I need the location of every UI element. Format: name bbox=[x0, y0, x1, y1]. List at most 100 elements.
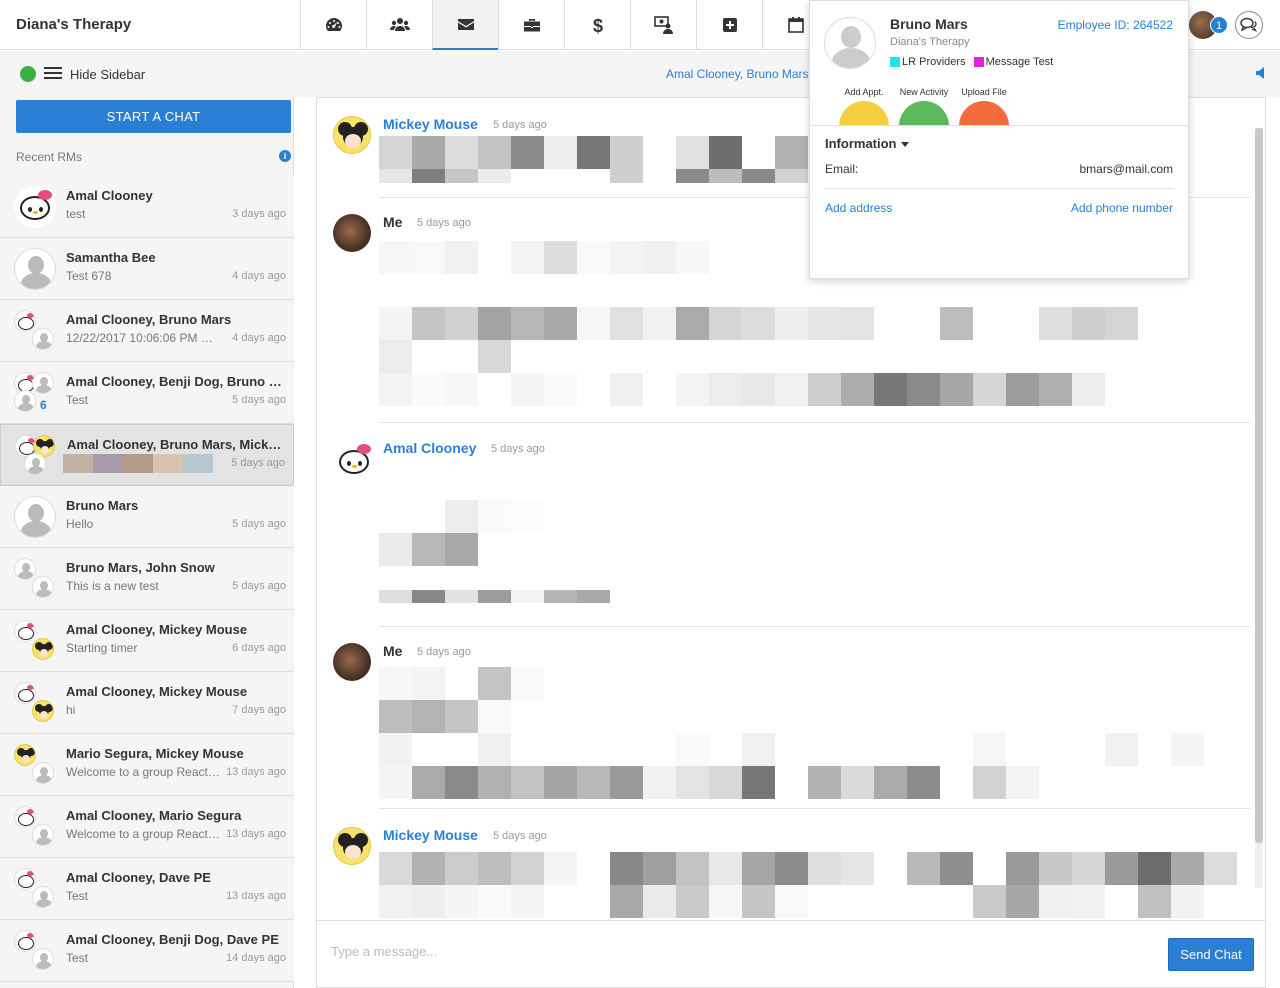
nav-tab-clients[interactable] bbox=[366, 0, 432, 50]
conversation-name: Mario Segura, Mickey Mouse bbox=[66, 746, 244, 761]
conversation-time: 7 days ago bbox=[232, 704, 286, 716]
conversation-time: 5 days ago bbox=[231, 457, 285, 469]
pixelated-message-body bbox=[379, 667, 1204, 799]
mickey-avatar-icon bbox=[32, 638, 54, 660]
caret-down-icon bbox=[900, 142, 909, 148]
online-status-indicator[interactable] bbox=[20, 66, 36, 82]
person-placeholder-icon bbox=[32, 372, 54, 394]
profile-actions: Add Appt. New Activity Upload File bbox=[824, 87, 1184, 125]
conversation-preview: Test bbox=[66, 951, 89, 965]
person-placeholder-icon bbox=[32, 576, 54, 598]
group-avatar: 6 bbox=[14, 372, 56, 414]
conversation-name: Amal Clooney, Mickey Mouse bbox=[66, 622, 248, 637]
hello-kitty-avatar-icon bbox=[14, 310, 36, 332]
nav-tab-dashboard[interactable] bbox=[300, 0, 366, 50]
svg-text:$: $ bbox=[593, 16, 603, 35]
conversation-item[interactable]: Bruno Mars Hello 5 days ago bbox=[0, 486, 294, 548]
message-composer: Send Chat bbox=[317, 920, 1265, 987]
conversation-name: Amal Clooney, Dave PE bbox=[66, 870, 211, 885]
nav-tab-messages[interactable] bbox=[432, 0, 498, 50]
conversation-item[interactable]: Mario Segura, Mickey Mouse Welcome to a … bbox=[0, 734, 294, 796]
group-avatar bbox=[14, 744, 56, 786]
conversation-item[interactable]: 6 Amal Clooney, Benji Dog, Bruno Mars, .… bbox=[0, 362, 294, 424]
participant-count: 6 bbox=[40, 398, 47, 412]
conversation-item[interactable]: Amal Clooney, Bruno Mars 12/22/2017 10:0… bbox=[0, 300, 294, 362]
start-chat-button[interactable]: START A CHAT bbox=[16, 100, 291, 133]
conversation-participants-link[interactable]: Amal Clooney, Bruno Mars bbox=[666, 67, 809, 81]
nav-tab-add[interactable] bbox=[696, 0, 762, 50]
add-phone-link[interactable]: Add phone number bbox=[1071, 201, 1173, 215]
message-time: 5 days ago bbox=[417, 646, 471, 658]
message-sender[interactable]: Mickey Mouse bbox=[383, 827, 478, 843]
volume-icon[interactable] bbox=[1255, 66, 1267, 80]
briefcase-icon[interactable] bbox=[959, 101, 1009, 125]
chat-toggle-button[interactable] bbox=[1235, 11, 1263, 39]
conversation-time: 13 days ago bbox=[226, 766, 286, 778]
nav-tab-billing[interactable]: $ bbox=[564, 0, 630, 50]
conversation-time: 5 days ago bbox=[232, 580, 286, 592]
conversation-item[interactable]: Bruno Mars, John Snow This is a new test… bbox=[0, 548, 294, 610]
group-avatar bbox=[14, 558, 56, 600]
message-sender[interactable]: Amal Clooney bbox=[383, 440, 476, 456]
plus-square-icon bbox=[722, 18, 737, 32]
pixelated-preview bbox=[63, 454, 213, 473]
calendar-icon[interactable] bbox=[839, 101, 889, 125]
list-icon[interactable] bbox=[44, 67, 62, 80]
conversation-name: Amal Clooney, Bruno Mars, Mickey Mouse bbox=[67, 437, 287, 452]
conversation-item[interactable]: Amal Clooney, Mickey Mouse Starting time… bbox=[0, 610, 294, 672]
divider bbox=[810, 125, 1188, 126]
send-chat-button[interactable]: Send Chat bbox=[1168, 938, 1254, 971]
conversation-item[interactable]: Samantha Bee Test 678 4 days ago bbox=[0, 238, 294, 300]
calendar-icon bbox=[787, 17, 804, 33]
add-address-link[interactable]: Add address bbox=[825, 201, 892, 215]
pixelated-message-body bbox=[379, 136, 808, 183]
conversation-item[interactable]: Amal Clooney, Mario Segura Welcome to a … bbox=[0, 796, 294, 858]
conversation-item[interactable]: Amal Clooney, Dave PE Test 13 days ago bbox=[0, 858, 294, 920]
dollar-icon: $ bbox=[593, 16, 603, 35]
upload-file-button[interactable]: Upload File bbox=[949, 87, 1019, 125]
message-sender[interactable]: Mickey Mouse bbox=[383, 116, 478, 132]
hello-kitty-avatar-icon bbox=[14, 186, 56, 228]
nav-tab-services[interactable] bbox=[498, 0, 564, 50]
nav-tab-payroll[interactable] bbox=[630, 0, 696, 50]
employee-id-link[interactable]: Employee ID: 264522 bbox=[1058, 18, 1173, 32]
person-placeholder-icon bbox=[824, 17, 876, 69]
conversation-preview: Welcome to a group React Chat bbox=[66, 765, 221, 779]
action-label: Upload File bbox=[961, 87, 1007, 97]
conversation-time: 5 days ago bbox=[232, 394, 286, 406]
pixelated-message-body bbox=[379, 852, 1237, 918]
conversation-name: Bruno Mars, John Snow bbox=[66, 560, 215, 575]
person-placeholder-icon bbox=[32, 824, 54, 846]
app-title[interactable]: Diana's Therapy bbox=[16, 16, 131, 33]
notification-badge[interactable]: 1 bbox=[1210, 16, 1228, 34]
conversation-item[interactable]: Amal Clooney, Mickey Mouse hi 7 days ago bbox=[0, 672, 294, 734]
person-placeholder-icon bbox=[14, 496, 56, 538]
conversation-item[interactable]: Amal Clooney test 3 days ago bbox=[0, 176, 294, 238]
scrollbar-thumb[interactable] bbox=[1255, 128, 1263, 843]
conversation-name: Amal Clooney, Benji Dog, Dave PE bbox=[66, 932, 279, 947]
information-toggle[interactable]: Information bbox=[825, 136, 909, 151]
conversation-name: Bruno Mars bbox=[66, 498, 139, 513]
conversation-item[interactable]: Amal Clooney, Benji Dog, Dave PE Test 14… bbox=[0, 920, 294, 982]
info-icon[interactable]: i bbox=[279, 150, 291, 162]
avatar bbox=[333, 440, 371, 478]
message-input[interactable] bbox=[331, 939, 1131, 963]
person-placeholder-icon bbox=[32, 328, 54, 350]
hello-kitty-avatar-icon bbox=[14, 620, 36, 642]
conversation-time: 6 days ago bbox=[232, 642, 286, 654]
billing-user-icon bbox=[653, 16, 673, 34]
profile-tags: LR Providers Message Test bbox=[890, 56, 1053, 68]
conversation-sidebar: START A CHAT Recent RMs i Amal Clooney t… bbox=[0, 97, 294, 988]
avatar bbox=[14, 248, 56, 290]
conversation-preview: hi bbox=[66, 703, 76, 717]
message-time: 5 days ago bbox=[493, 119, 547, 131]
hide-sidebar-button[interactable]: Hide Sidebar bbox=[70, 67, 145, 82]
conversation-item-selected[interactable]: Amal Clooney, Bruno Mars, Mickey Mouse 5… bbox=[0, 424, 294, 486]
pixelated-message-body bbox=[379, 500, 610, 603]
envelope-icon bbox=[457, 19, 474, 30]
activity-icon[interactable] bbox=[899, 101, 949, 125]
message-sender: Me bbox=[383, 643, 403, 659]
conversation-name: Amal Clooney, Mario Segura bbox=[66, 808, 242, 823]
conversation-preview: Test bbox=[66, 393, 89, 407]
conversation-preview: 12/22/2017 10:06:06 PM UTC bbox=[66, 331, 221, 345]
